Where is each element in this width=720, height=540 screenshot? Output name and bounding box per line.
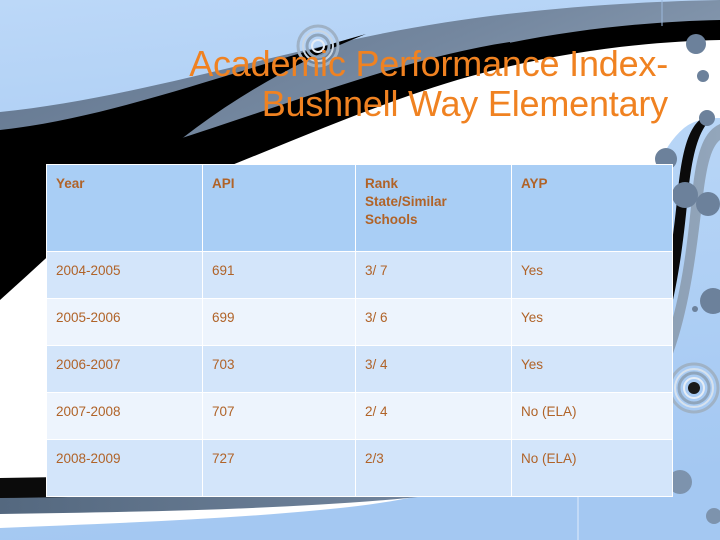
cell-year: 2005-2006: [46, 298, 203, 346]
cell-year: 2007-2008: [46, 392, 203, 440]
decor-dot: [696, 192, 720, 216]
column-header-rank-line1: Rank: [365, 176, 399, 191]
cell-rank: 3/ 6: [355, 298, 512, 346]
cell-rank: 3/ 7: [355, 251, 512, 299]
column-header-rank-line3: Schools: [365, 211, 418, 227]
decor-dot: [672, 182, 698, 208]
cell-ayp: Yes: [511, 298, 673, 346]
column-header-api: API: [202, 164, 356, 252]
cell-api: 703: [202, 345, 356, 393]
table-row: 2006-2007 703 3/ 4 Yes: [46, 345, 673, 393]
column-header-rank: Rank State/Similar Schools: [355, 164, 512, 252]
column-header-year: Year: [46, 164, 203, 252]
cell-ayp: Yes: [511, 251, 673, 299]
slide-title: Academic Performance Index- Bushnell Way…: [40, 43, 668, 125]
cell-rank: 3/ 4: [355, 345, 512, 393]
decor-dot: [697, 70, 709, 82]
cell-year: 2006-2007: [46, 345, 203, 393]
decor-dot: [692, 306, 698, 312]
cell-year: 2004-2005: [46, 251, 203, 299]
table-row: 2008-2009 727 2/3 No (ELA): [46, 439, 673, 497]
cell-api: 707: [202, 392, 356, 440]
column-header-ayp: AYP: [511, 164, 673, 252]
table-row: 2007-2008 707 2/ 4 No (ELA): [46, 392, 673, 440]
decor-dot: [700, 288, 720, 314]
decor-dot: [686, 34, 706, 54]
cell-rank: 2/3: [355, 439, 512, 497]
table-row: 2004-2005 691 3/ 7 Yes: [46, 251, 673, 299]
cell-api: 699: [202, 298, 356, 346]
slide-canvas: Academic Performance Index- Bushnell Way…: [0, 0, 720, 540]
title-line-2: Bushnell Way Elementary: [261, 83, 668, 125]
cell-year: 2008-2009: [46, 439, 203, 497]
cell-ayp: Yes: [511, 345, 673, 393]
cell-rank: 2/ 4: [355, 392, 512, 440]
decor-dot: [706, 508, 720, 524]
cell-ayp: No (ELA): [511, 392, 673, 440]
concentric-ring-icon: [668, 362, 720, 414]
column-header-rank-line2: State/Similar: [365, 193, 447, 209]
table-row: 2005-2006 699 3/ 6 Yes: [46, 298, 673, 346]
cell-api: 691: [202, 251, 356, 299]
cell-ayp: No (ELA): [511, 439, 673, 497]
title-line-1: Academic Performance Index-: [189, 43, 668, 84]
api-results-table: Year API Rank State/Similar Schools AYP …: [46, 164, 673, 497]
table-body: 2004-2005 691 3/ 7 Yes 2005-2006 699 3/ …: [46, 251, 673, 497]
table-header-row: Year API Rank State/Similar Schools AYP: [46, 164, 673, 252]
cell-api: 727: [202, 439, 356, 497]
table-header: Year API Rank State/Similar Schools AYP: [46, 164, 673, 252]
decor-dot: [699, 110, 715, 126]
